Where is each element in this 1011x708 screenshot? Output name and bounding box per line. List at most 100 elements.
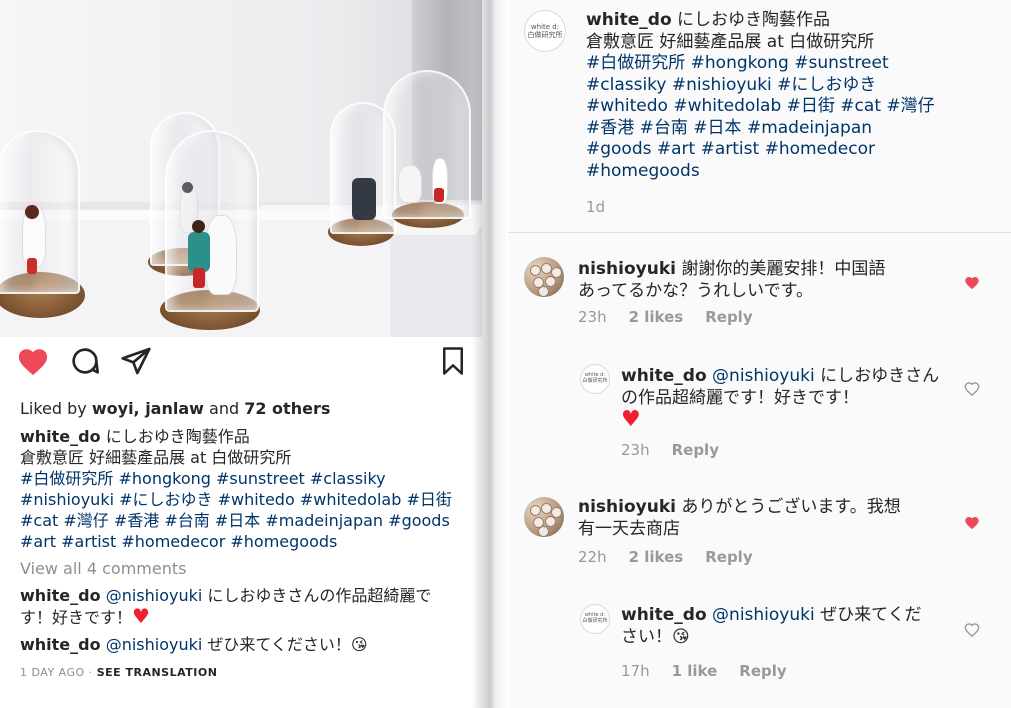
comment-line: 謝謝你的美麗安排！中国語	[675, 259, 886, 279]
caption-line2: 倉敷意匠 好細藝產品展 at 白做研究所	[586, 31, 875, 52]
photo-figurine-coat	[188, 232, 210, 272]
see-translation-link[interactable]: SEE TRANSLATION	[97, 666, 218, 679]
comment-username[interactable]: nishioyuki	[578, 497, 676, 517]
comment-mention[interactable]: @nishioyuki	[707, 605, 815, 625]
comment-mention[interactable]: @nishioyuki	[101, 586, 203, 605]
caption-line1: にしおゆき陶藝作品	[671, 10, 831, 30]
kiss-face-emoji-icon: 😘	[672, 626, 690, 647]
caption-hashtags[interactable]: #homegoods	[586, 161, 700, 181]
comment-username[interactable]: white_do	[621, 366, 707, 386]
avatar-text: 白做研究所	[582, 618, 608, 624]
likes-users[interactable]: woyi, janlaw	[92, 399, 204, 418]
avatar-text: 白做研究所	[582, 378, 608, 384]
comment-bubble-icon[interactable]	[69, 345, 103, 379]
share-send-icon[interactable]	[120, 345, 154, 379]
bookmark-icon[interactable]	[438, 345, 472, 379]
comment-likes-count[interactable]: 1 like	[672, 662, 718, 680]
comment-line: にしおゆきさん	[814, 366, 940, 386]
post-caption-header: white d: 白做研究所 white_do にしおゆき陶藝作品 倉敷意匠 好細…	[508, 0, 1011, 233]
comment-username[interactable]: white_do	[20, 635, 101, 654]
comment-time: 23h	[621, 441, 650, 459]
photo-figurine-legs	[27, 258, 37, 274]
avatar-text: 白做研究所	[527, 31, 563, 39]
post-caption-area: Liked by woyi, janlaw and 72 others whit…	[20, 398, 470, 683]
caption: white_do にしおゆき陶藝作品 倉敷意匠 好細藝產品展 at 白做研究所 …	[20, 426, 470, 552]
comment-meta: 23h 2 likes Reply	[578, 308, 775, 326]
avatar[interactable]	[524, 257, 564, 297]
caption-line1: にしおゆき陶藝作品	[100, 427, 250, 446]
comment-time: 22h	[578, 548, 607, 566]
comment-line: さい！	[621, 626, 672, 647]
caption-hashtags[interactable]: #香港 #台南 #日本 #madeinjapan	[586, 118, 872, 138]
photo-figurine-head	[192, 220, 205, 233]
left-page: Liked by woyi, janlaw and 72 others whit…	[0, 0, 482, 708]
post-caption-text: white_do にしおゆき陶藝作品 倉敷意匠 好細藝產品展 at 白做研究所 …	[586, 10, 996, 182]
page-fold-shadow	[472, 0, 508, 708]
reply-button[interactable]: Reply	[705, 548, 752, 566]
comment-meta: 22h 2 likes Reply	[578, 548, 775, 566]
photo-cat-figurine	[352, 178, 376, 220]
caption-username[interactable]: white_do	[586, 10, 672, 30]
caption-hashtags[interactable]: #白做研究所 #hongkong #sunstreet #classiky	[20, 469, 386, 488]
avatar-text: white d:	[530, 23, 560, 31]
caption-hashtags[interactable]: #art #artist #homedecor #homegoods	[20, 532, 337, 551]
likes-summary[interactable]: Liked by woyi, janlaw and 72 others	[20, 398, 470, 419]
comment-line: あってるかな？うれしいです。	[578, 280, 813, 301]
comment-mention[interactable]: @nishioyuki	[101, 635, 203, 654]
avatar[interactable]: white d: 白做研究所	[524, 10, 566, 52]
caption-hashtags[interactable]: #whitedo #whitedolab #日街 #cat #灣仔	[586, 96, 935, 116]
avatar[interactable]: white d: 白做研究所	[580, 364, 610, 394]
kiss-face-emoji-icon: 😘	[350, 635, 368, 654]
comment-like-heart-icon[interactable]	[964, 622, 980, 638]
caption-age-text: 1d	[586, 198, 606, 216]
post-photo[interactable]	[0, 0, 482, 337]
comment-line: 有一天去商店	[578, 518, 680, 539]
caption-username[interactable]: white_do	[20, 427, 101, 446]
comment-preview: white_do @nishioyuki にしおゆきさんの作品超綺麗で す！好き…	[20, 585, 470, 628]
avatar[interactable]: white d: 白做研究所	[580, 604, 610, 634]
comment-username[interactable]: nishioyuki	[578, 259, 676, 279]
comment-like-heart-icon[interactable]	[964, 515, 980, 530]
comment-text: ぜひ来てください！	[202, 635, 351, 654]
comment-likes-count[interactable]: 2 likes	[629, 308, 684, 326]
caption-hashtags[interactable]: #classiky #nishioyuki #にしおゆき	[586, 75, 876, 95]
reply-button[interactable]: Reply	[672, 441, 719, 459]
comment-line: ぜひ来てくだ	[814, 605, 922, 625]
avatar[interactable]	[524, 497, 564, 537]
red-heart-emoji-icon: ♥	[621, 407, 641, 432]
comment-text: にしおゆきさんの作品超綺麗で	[202, 586, 432, 605]
timestamp-separator: ·	[84, 666, 97, 679]
comment-text: white_do @nishioyuki にしおゆきさん の作品超綺麗です！好き…	[621, 366, 951, 433]
comment-like-heart-icon[interactable]	[964, 381, 980, 397]
comment-meta: 17h 1 like Reply	[621, 662, 809, 680]
like-heart-icon[interactable]	[16, 345, 50, 379]
comment-mention[interactable]: @nishioyuki	[707, 366, 815, 386]
caption-hashtags[interactable]: #白做研究所 #hongkong #sunstreet	[586, 53, 889, 73]
likes-count[interactable]: 72 others	[244, 399, 330, 418]
view-all-comments-link[interactable]: View all 4 comments	[20, 558, 470, 579]
photo-figurine-legs	[434, 188, 444, 202]
comment-meta: 23h Reply	[621, 441, 741, 459]
reply-button[interactable]: Reply	[739, 662, 786, 680]
caption-age: 1d	[586, 198, 627, 216]
comment-time: 23h	[578, 308, 607, 326]
caption-hashtags[interactable]: #nishioyuki #にしおゆき #whitedo #whitedolab …	[20, 490, 452, 509]
caption-hashtags[interactable]: #cat #灣仔 #香港 #台南 #日本 #madeinjapan #goods	[20, 511, 450, 530]
photo-figurine	[398, 165, 422, 203]
photo-figurine-legs	[193, 268, 205, 288]
comment-username[interactable]: white_do	[621, 605, 707, 625]
comment-like-heart-icon[interactable]	[964, 275, 980, 290]
post-action-bar	[0, 345, 482, 393]
post-age: 1 DAY AGO	[20, 666, 85, 679]
right-page: white d: 白做研究所 white_do にしおゆき陶藝作品 倉敷意匠 好細…	[508, 0, 1011, 708]
comment-text: nishioyuki ありがとうございます。我想 有一天去商店	[578, 497, 958, 540]
comment-text: nishioyuki 謝謝你的美麗安排！中国語 あってるかな？うれしいです。	[578, 259, 958, 302]
comment-username[interactable]: white_do	[20, 586, 101, 605]
caption-hashtags[interactable]: #goods #art #artist #homedecor	[586, 139, 875, 159]
photo-figurine-head	[25, 205, 39, 219]
comment-text: white_do @nishioyuki ぜひ来てくだ さい！😘	[621, 605, 951, 648]
likes-and: and	[203, 399, 245, 418]
likes-prefix: Liked by	[20, 399, 92, 418]
reply-button[interactable]: Reply	[705, 308, 752, 326]
comment-likes-count[interactable]: 2 likes	[629, 548, 684, 566]
